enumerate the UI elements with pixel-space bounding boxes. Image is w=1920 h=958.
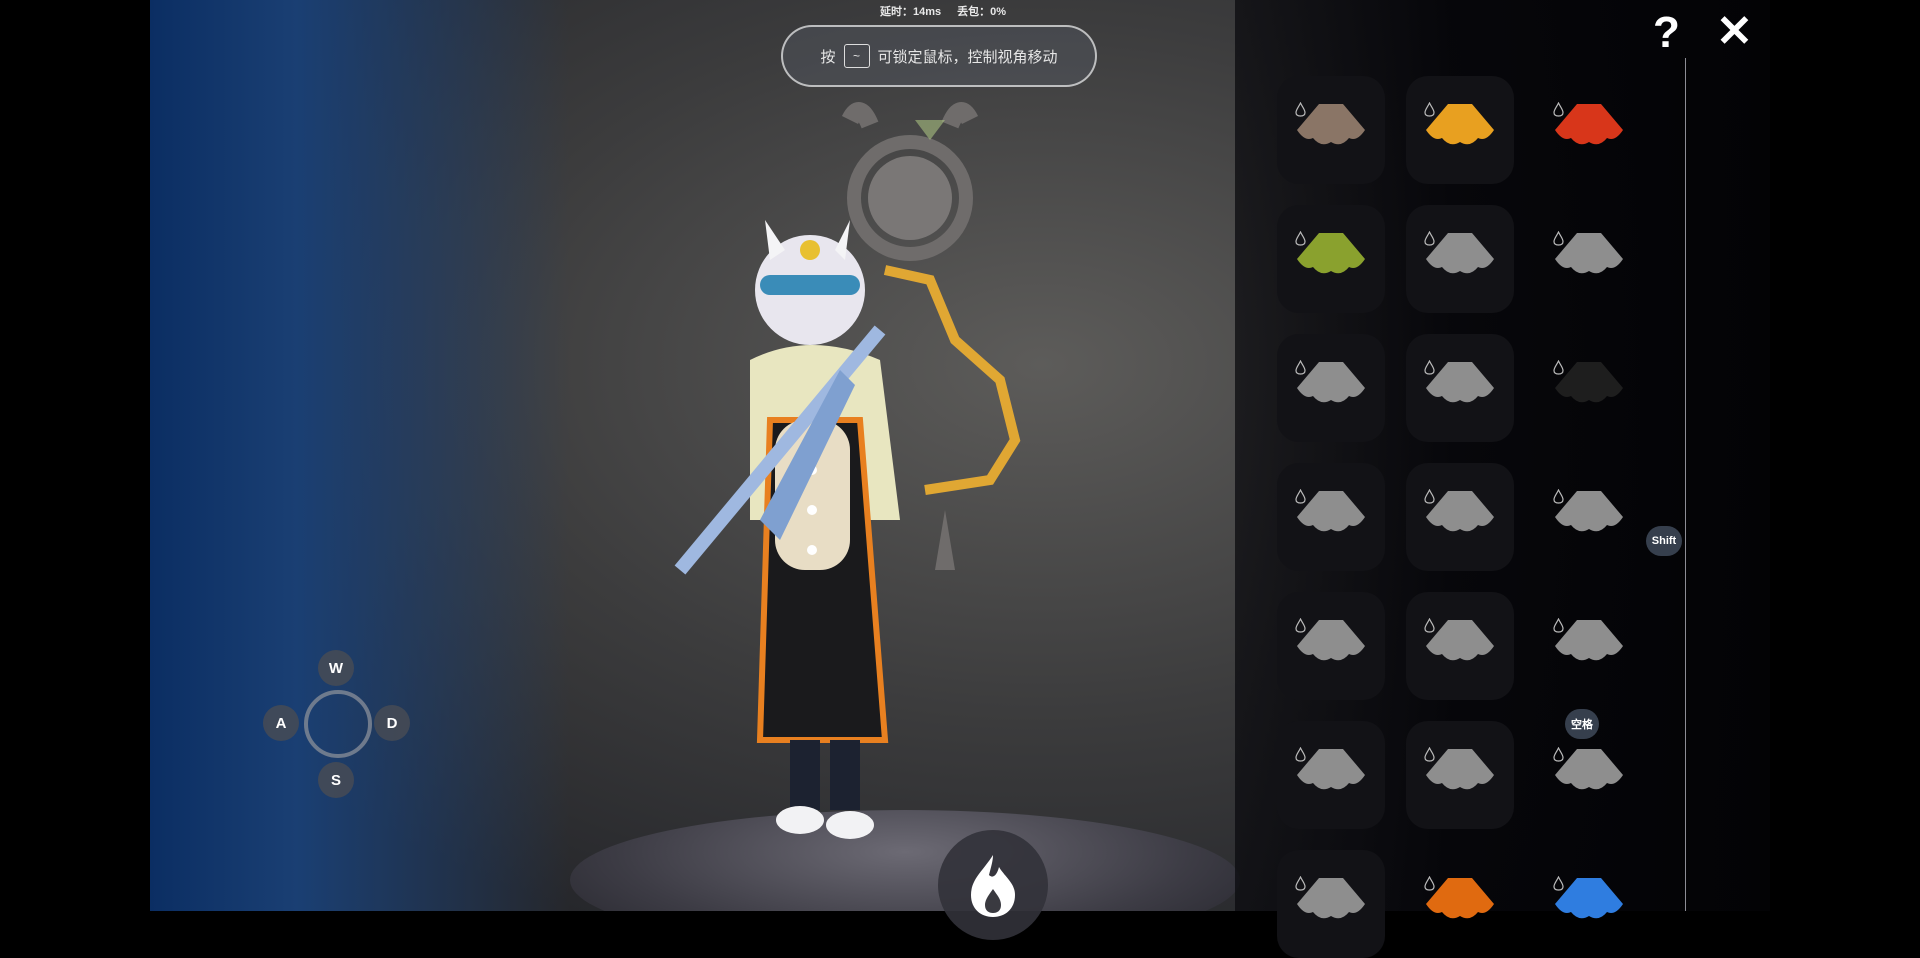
candle-drop-icon bbox=[1424, 618, 1435, 633]
close-button[interactable]: ✕ bbox=[1716, 6, 1753, 57]
candle-drop-icon bbox=[1553, 618, 1564, 633]
shift-key[interactable]: Shift bbox=[1646, 526, 1682, 556]
candle-drop-icon bbox=[1295, 489, 1306, 504]
key-s[interactable]: S bbox=[318, 762, 354, 798]
emote-button[interactable] bbox=[938, 830, 1048, 940]
network-status: 延时：14ms 丢包：0% bbox=[880, 3, 1022, 19]
key-w[interactable]: W bbox=[318, 650, 354, 686]
candle-drop-icon bbox=[1424, 876, 1435, 891]
candle-drop-icon bbox=[1553, 360, 1564, 375]
candle-drop-icon bbox=[1295, 876, 1306, 891]
cape-slot[interactable] bbox=[1277, 592, 1385, 700]
cape-slot[interactable] bbox=[1406, 205, 1514, 313]
mouse-lock-hint: 按 ~ 可锁定鼠标，控制视角移动 bbox=[781, 25, 1097, 87]
cape-slot[interactable] bbox=[1406, 76, 1514, 184]
cape-slot[interactable] bbox=[1535, 205, 1643, 313]
cape-slot[interactable] bbox=[1277, 721, 1385, 829]
candle-drop-icon bbox=[1553, 747, 1564, 762]
candle-drop-icon bbox=[1424, 489, 1435, 504]
latency-label: 延时：14ms bbox=[880, 6, 942, 18]
cape-slot[interactable] bbox=[1406, 721, 1514, 829]
blue-light bbox=[150, 0, 570, 911]
cape-slot[interactable] bbox=[1277, 76, 1385, 184]
candle-drop-icon bbox=[1553, 489, 1564, 504]
cape-slot[interactable] bbox=[1277, 334, 1385, 442]
movement-joystick[interactable] bbox=[304, 690, 372, 758]
scroll-divider bbox=[1685, 58, 1686, 911]
candle-drop-icon bbox=[1553, 102, 1564, 117]
cape-slot[interactable] bbox=[1406, 334, 1514, 442]
candle-drop-icon bbox=[1424, 231, 1435, 246]
candle-drop-icon bbox=[1295, 618, 1306, 633]
cape-slot[interactable] bbox=[1406, 850, 1514, 958]
cape-slot[interactable] bbox=[1535, 463, 1643, 571]
candle-drop-icon bbox=[1553, 231, 1564, 246]
hint-text: 可锁定鼠标，控制视角移动 bbox=[877, 48, 1058, 66]
candle-drop-icon bbox=[1424, 747, 1435, 762]
candle-drop-icon bbox=[1295, 231, 1306, 246]
cape-slot[interactable] bbox=[1535, 592, 1643, 700]
hint-prefix: 按 bbox=[820, 48, 836, 66]
game-viewport[interactable] bbox=[150, 0, 1770, 911]
player-character bbox=[674, 220, 900, 839]
cape-slot[interactable] bbox=[1535, 334, 1643, 442]
key-d[interactable]: D bbox=[374, 705, 410, 741]
key-a[interactable]: A bbox=[263, 705, 299, 741]
candle-drop-icon bbox=[1424, 102, 1435, 117]
tilde-key-icon: ~ bbox=[843, 44, 870, 68]
candle-drop-icon bbox=[1295, 102, 1306, 117]
flame-icon bbox=[971, 855, 1015, 917]
cape-slot[interactable] bbox=[1277, 850, 1385, 958]
cape-slot[interactable] bbox=[1535, 721, 1643, 829]
packet-loss-label: 丢包：0% bbox=[957, 6, 1007, 18]
cape-slot[interactable] bbox=[1277, 205, 1385, 313]
cape-slot[interactable] bbox=[1535, 76, 1643, 184]
cape-slot[interactable] bbox=[1406, 592, 1514, 700]
cape-slot[interactable] bbox=[1406, 463, 1514, 571]
candle-drop-icon bbox=[1424, 360, 1435, 375]
cape-slot[interactable] bbox=[1535, 850, 1643, 958]
help-button[interactable]: ? bbox=[1653, 8, 1680, 58]
cape-slot[interactable] bbox=[1277, 463, 1385, 571]
candle-drop-icon bbox=[1295, 747, 1306, 762]
candle-drop-icon bbox=[1295, 360, 1306, 375]
candle-drop-icon bbox=[1553, 876, 1564, 891]
